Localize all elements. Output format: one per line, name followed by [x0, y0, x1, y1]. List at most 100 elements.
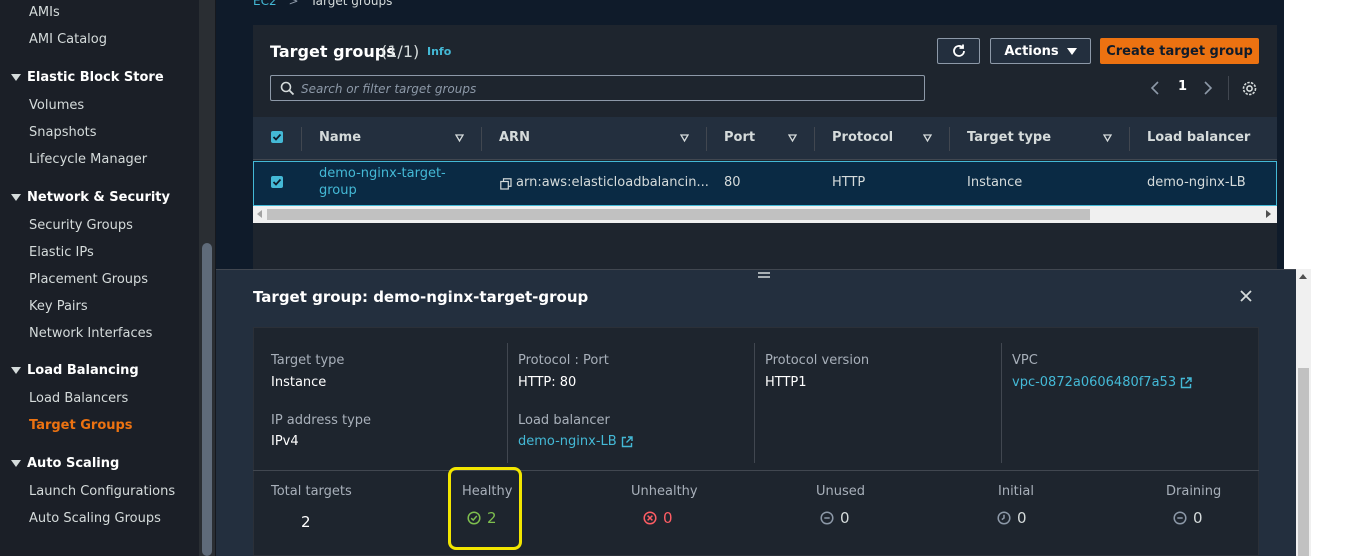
sidebar-item-volumes[interactable]: Volumes — [29, 98, 84, 113]
check-icon — [272, 178, 282, 186]
minus-circle-icon — [1173, 511, 1187, 525]
column-header-name[interactable]: Name — [319, 130, 361, 145]
sort-icon[interactable] — [455, 134, 464, 143]
scroll-left-icon[interactable] — [257, 210, 263, 218]
vertical-scrollbar-thumb[interactable] — [1298, 368, 1309, 556]
unhealthy-count[interactable]: 0 — [643, 509, 673, 527]
load-balancer-link[interactable]: demo-nginx-LB — [518, 434, 633, 449]
search-icon — [280, 81, 295, 96]
sidebar-item-target-groups[interactable]: Target Groups — [29, 418, 133, 433]
column-header-load-balancer[interactable]: Load balancer — [1147, 130, 1250, 145]
caret-down-icon — [11, 367, 21, 374]
draining-count[interactable]: 0 — [1173, 509, 1203, 527]
column-header-protocol[interactable]: Protocol — [832, 130, 893, 145]
sidebar-section-load-balancing[interactable]: Load Balancing — [11, 363, 139, 378]
total-targets-label: Total targets — [271, 484, 352, 499]
column-separator — [481, 127, 482, 151]
ip-address-type-label: IP address type — [271, 413, 372, 428]
column-separator — [706, 127, 707, 151]
sidebar-section-label: Elastic Block Store — [27, 70, 164, 85]
sidebar-section-label: Network & Security — [27, 190, 170, 205]
initial-count[interactable]: 0 — [997, 509, 1027, 527]
column-separator — [1129, 127, 1130, 151]
sidebar-item-placement-groups[interactable]: Placement Groups — [29, 272, 148, 287]
load-balancer-cell: demo-nginx-LB — [1147, 175, 1246, 190]
sidebar-section-network-security[interactable]: Network & Security — [11, 190, 170, 205]
sidebar-item-security-groups[interactable]: Security Groups — [29, 218, 133, 233]
total-targets-value: 2 — [301, 513, 311, 531]
check-icon — [272, 133, 282, 141]
search-input[interactable] — [301, 80, 901, 98]
sidebar-item-amis[interactable]: AMIs — [29, 5, 60, 20]
sidebar-section-elastic-block-store[interactable]: Elastic Block Store — [11, 70, 164, 85]
chevron-left-icon[interactable] — [1150, 81, 1160, 95]
sidebar-item-ami-catalog[interactable]: AMI Catalog — [29, 32, 107, 47]
unhealthy-label: Unhealthy — [631, 484, 698, 499]
target-group-name-link[interactable]: demo-nginx-target- group — [319, 166, 446, 198]
load-balancer-value: demo-nginx-LB — [518, 434, 617, 449]
vpc-link[interactable]: vpc-0872a0606480f7a53 — [1012, 375, 1192, 390]
resize-handle-icon[interactable] — [758, 271, 770, 279]
create-target-group-button[interactable]: Create target group — [1100, 38, 1259, 64]
actions-button[interactable]: Actions — [990, 38, 1091, 64]
draining-label: Draining — [1166, 484, 1222, 499]
breadcrumb: EC2 > Target groups — [253, 0, 392, 8]
sidebar-item-snapshots[interactable]: Snapshots — [29, 125, 97, 140]
initial-value: 0 — [1017, 509, 1027, 527]
chevron-right-icon[interactable] — [1203, 81, 1213, 95]
row-checkbox[interactable] — [271, 176, 283, 188]
sidebar-section-label: Auto Scaling — [27, 456, 120, 471]
sidebar-item-load-balancers[interactable]: Load Balancers — [29, 391, 128, 406]
sort-icon[interactable] — [1103, 134, 1112, 143]
sidebar-item-key-pairs[interactable]: Key Pairs — [29, 299, 88, 314]
copy-icon[interactable] — [500, 178, 512, 190]
info-link[interactable]: Info — [427, 45, 451, 58]
sidebar-scrollbar-thumb[interactable] — [202, 243, 212, 556]
divider — [1228, 76, 1229, 100]
scroll-right-icon[interactable] — [1266, 210, 1272, 218]
breadcrumb-current: Target groups — [310, 0, 393, 8]
protocol-cell: HTTP — [832, 175, 866, 190]
details-container — [253, 327, 1259, 556]
sort-icon[interactable] — [788, 134, 797, 143]
column-separator — [949, 127, 950, 151]
page-number[interactable]: 1 — [1178, 79, 1187, 94]
breadcrumb-ec2-link[interactable]: EC2 — [253, 0, 277, 8]
protocol-version-value: HTTP1 — [765, 375, 807, 390]
scroll-up-icon[interactable] — [1298, 272, 1308, 280]
sidebar-item-lifecycle-manager[interactable]: Lifecycle Manager — [29, 152, 147, 167]
close-icon[interactable] — [1239, 289, 1253, 303]
column-header-target-type[interactable]: Target type — [967, 130, 1051, 145]
sort-icon[interactable] — [923, 134, 932, 143]
divider — [253, 470, 1259, 471]
name-line: group — [319, 183, 357, 198]
gear-icon[interactable] — [1241, 80, 1258, 97]
unused-count[interactable]: 0 — [820, 509, 850, 527]
sidebar-section-auto-scaling[interactable]: Auto Scaling — [11, 456, 119, 471]
highlight-annotation — [448, 467, 522, 550]
select-all-checkbox[interactable] — [271, 131, 283, 143]
horizontal-scrollbar-thumb[interactable] — [267, 209, 1090, 220]
x-circle-icon — [643, 511, 657, 525]
page-edge — [1284, 0, 1366, 270]
sidebar-item-network-interfaces[interactable]: Network Interfaces — [29, 326, 152, 341]
draining-value: 0 — [1193, 509, 1203, 527]
arn-cell: arn:aws:elasticloadbalancin... — [516, 175, 709, 190]
caret-down-icon — [11, 74, 21, 81]
external-link-icon — [1180, 376, 1192, 388]
initial-label: Initial — [998, 484, 1034, 499]
sort-icon[interactable] — [680, 134, 689, 143]
sidebar-item-launch-configurations[interactable]: Launch Configurations — [29, 484, 175, 499]
clock-icon — [997, 511, 1011, 525]
protocol-version-label: Protocol version — [765, 353, 870, 368]
table-header — [253, 117, 1277, 160]
column-header-port[interactable]: Port — [724, 130, 755, 145]
sidebar-item-auto-scaling-groups[interactable]: Auto Scaling Groups — [29, 511, 161, 526]
refresh-button[interactable] — [937, 38, 980, 64]
sidebar-item-elastic-ips[interactable]: Elastic IPs — [29, 245, 94, 260]
column-divider — [507, 343, 508, 463]
unused-label: Unused — [816, 484, 866, 499]
sidebar: AMIs AMI Catalog Elastic Block Store Vol… — [0, 0, 215, 556]
column-header-arn[interactable]: ARN — [499, 130, 530, 145]
sidebar-section-label: Load Balancing — [27, 363, 139, 378]
